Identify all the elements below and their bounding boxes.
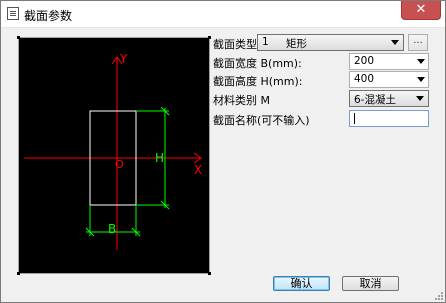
close-button[interactable]: ✕ bbox=[401, 1, 441, 20]
material-select[interactable]: 6-混凝土 bbox=[349, 90, 429, 107]
section-type-index: 1 bbox=[262, 36, 269, 48]
resize-grip-icon[interactable] bbox=[433, 290, 443, 300]
section-preview-canvas: Y X O H B bbox=[17, 36, 211, 275]
section-name-input[interactable] bbox=[349, 110, 429, 127]
app-window-icon bbox=[7, 7, 19, 20]
canvas-corner-mark bbox=[208, 36, 211, 39]
material-row: 材料类别 M 6-混凝土 bbox=[213, 90, 433, 108]
window-title: 截面参数 bbox=[24, 9, 73, 23]
section-type-row: 截面类型 1 矩形 ... bbox=[213, 34, 433, 52]
origin-label: O bbox=[115, 158, 124, 171]
section-height-row: 截面高度 H(mm): 400 bbox=[213, 71, 433, 89]
width-dim-label: B bbox=[108, 222, 116, 236]
section-width-label: 截面宽度 B(mm): bbox=[213, 57, 302, 70]
text-caret bbox=[354, 113, 355, 124]
section-diagram: Y X O H B bbox=[24, 52, 202, 250]
ok-button[interactable]: 确认 bbox=[273, 276, 330, 291]
section-type-name: 矩形 bbox=[286, 38, 307, 50]
chevron-down-icon bbox=[417, 77, 425, 82]
y-axis-label: Y bbox=[119, 52, 128, 66]
section-parameters-dialog: 截面参数 ✕ Y X O H B 截面类型 1 矩形 ... 截面宽度 B(mm… bbox=[0, 0, 446, 303]
section-width-value: 200 bbox=[354, 55, 375, 67]
section-height-combo[interactable]: 400 bbox=[349, 71, 429, 88]
section-height-value: 400 bbox=[354, 73, 375, 85]
chevron-down-icon bbox=[416, 96, 424, 101]
section-type-more-button[interactable]: ... bbox=[408, 34, 428, 51]
title-bar[interactable]: 截面参数 ✕ bbox=[1, 1, 445, 28]
section-width-combo[interactable]: 200 bbox=[349, 53, 429, 70]
section-name-label: 截面名称(可不输入) bbox=[213, 114, 310, 127]
height-dim-label: H bbox=[155, 151, 164, 165]
cancel-button[interactable]: 取消 bbox=[342, 276, 399, 291]
section-type-label: 截面类型 bbox=[213, 38, 257, 51]
canvas-corner-mark bbox=[17, 272, 20, 275]
section-height-label: 截面高度 H(mm): bbox=[213, 75, 303, 88]
x-axis-label: X bbox=[194, 163, 202, 177]
section-name-row: 截面名称(可不输入) bbox=[213, 110, 433, 128]
canvas-corner-mark bbox=[17, 36, 20, 39]
material-label: 材料类别 M bbox=[213, 94, 270, 107]
chevron-down-icon bbox=[417, 59, 425, 64]
section-type-select[interactable]: 1 矩形 bbox=[257, 34, 404, 51]
section-width-row: 截面宽度 B(mm): 200 bbox=[213, 53, 433, 71]
canvas-corner-mark bbox=[208, 272, 211, 275]
chevron-down-icon bbox=[391, 40, 399, 45]
material-value: 6-混凝土 bbox=[354, 94, 396, 106]
